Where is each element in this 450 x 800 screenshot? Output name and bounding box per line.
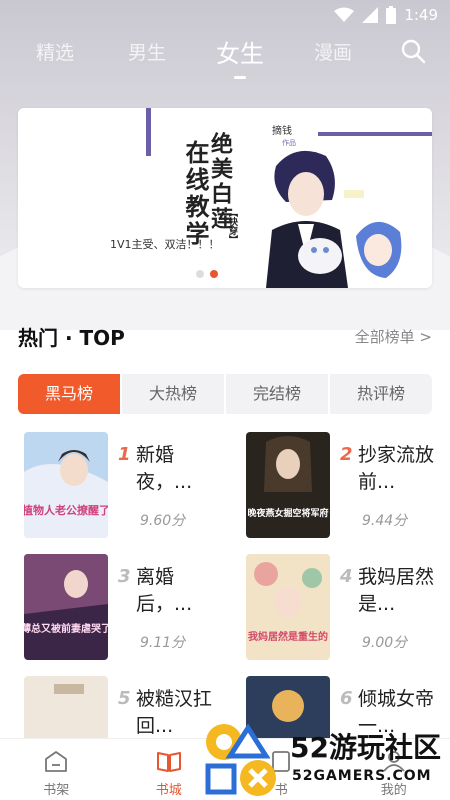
banner-dot[interactable] (196, 270, 204, 278)
wifi-icon (334, 7, 355, 22)
book-cover[interactable]: 我妈居然是重生的 (246, 554, 330, 660)
all-rankings-link[interactable]: 全部榜单 > (355, 326, 432, 347)
bookshelf-icon (45, 751, 68, 772)
book-item[interactable]: 我妈居然是重生的 4 我妈居然是... 9.00分 (246, 554, 446, 664)
status-time: 1:49 (404, 6, 438, 24)
book-rank: 3 (118, 566, 131, 587)
cover-text: 我妈居然是重生的 (248, 630, 328, 643)
book-open-icon (156, 752, 181, 772)
tab-male[interactable]: 男生 (128, 38, 166, 65)
watermark-logo-icon (205, 723, 276, 796)
book-rank: 1 (118, 444, 131, 465)
watermark-text-cn: 52游玩社区 (290, 731, 441, 764)
book-title: 新婚夜，... (136, 444, 193, 493)
nav-label: 书架 (43, 783, 70, 798)
banner-subtitle: 1V1主受、双洁！！！ (110, 238, 220, 251)
tab-hot[interactable]: 大热榜 (122, 374, 226, 414)
battery-icon (386, 6, 397, 24)
tab-featured[interactable]: 精选 (36, 38, 74, 65)
banner-illustration (266, 150, 402, 288)
nav-bookshelf[interactable]: 书架 (0, 739, 113, 800)
banner-pagination (196, 270, 218, 278)
book-cover[interactable]: 植物人老公撩醒了 (24, 432, 108, 538)
book-rank: 2 (340, 444, 353, 465)
signal-icon (362, 7, 379, 23)
book-item[interactable]: 植物人老公撩醒了 1 新婚夜，... 9.60分 (24, 432, 224, 542)
search-icon[interactable] (400, 38, 426, 64)
book-cover[interactable]: 薄总又被前妻虐哭了 (24, 554, 108, 660)
promo-banner[interactable]: 在线教学 绝美白莲 【快穿】 1V1主受、双洁！！！ 摘钱 作品 (18, 108, 432, 288)
cover-text: 薄总又被前妻虐哭了 (24, 622, 108, 635)
banner-brand: 摘钱 (272, 126, 292, 137)
rank-tabs: 黑马榜 大热榜 完结榜 热评榜 (18, 374, 432, 414)
book-item[interactable]: 薄总又被前妻虐哭了 3 离婚后，... 9.11分 (24, 554, 224, 664)
tab-comics[interactable]: 漫画 (314, 38, 352, 65)
book-rank: 5 (118, 688, 131, 709)
banner-accent-bar (146, 108, 151, 156)
book-score: 9.44分 (362, 513, 408, 529)
book-rank: 4 (340, 566, 353, 587)
tab-completed[interactable]: 完结榜 (226, 374, 330, 414)
banner-dot-active[interactable] (210, 270, 218, 278)
watermark-text-en: 52GAMERS.COM (292, 768, 432, 784)
cover-text: 植物人老公撩醒了 (24, 503, 108, 517)
book-title: 离婚后，... (136, 566, 193, 615)
book-score: 9.60分 (140, 513, 186, 529)
tab-female[interactable]: 女生 (216, 34, 264, 79)
book-score: 9.00分 (362, 635, 408, 651)
book-title: 抄家流放前... (358, 444, 435, 493)
book-rank: 6 (340, 688, 353, 709)
book-title: 我妈居然是... (358, 566, 435, 615)
section-title: 热门 · TOP (18, 326, 125, 350)
tab-reviewed[interactable]: 热评榜 (330, 374, 432, 414)
book-cover[interactable]: 晚夜燕女掘空将军府 (246, 432, 330, 538)
cover-text: 晚夜燕女掘空将军府 (247, 507, 328, 519)
watermark: 52游玩社区 52GAMERS.COM (200, 716, 450, 800)
banner-accent-line (318, 132, 432, 136)
book-item[interactable]: 晚夜燕女掘空将军府 2 抄家流放前... 9.44分 (246, 432, 446, 542)
tab-dark-horse[interactable]: 黑马榜 (18, 374, 122, 414)
status-bar: 1:49 (0, 0, 450, 30)
top-nav: 精选 男生 女生 漫画 (0, 32, 450, 79)
book-score: 9.11分 (140, 635, 186, 651)
